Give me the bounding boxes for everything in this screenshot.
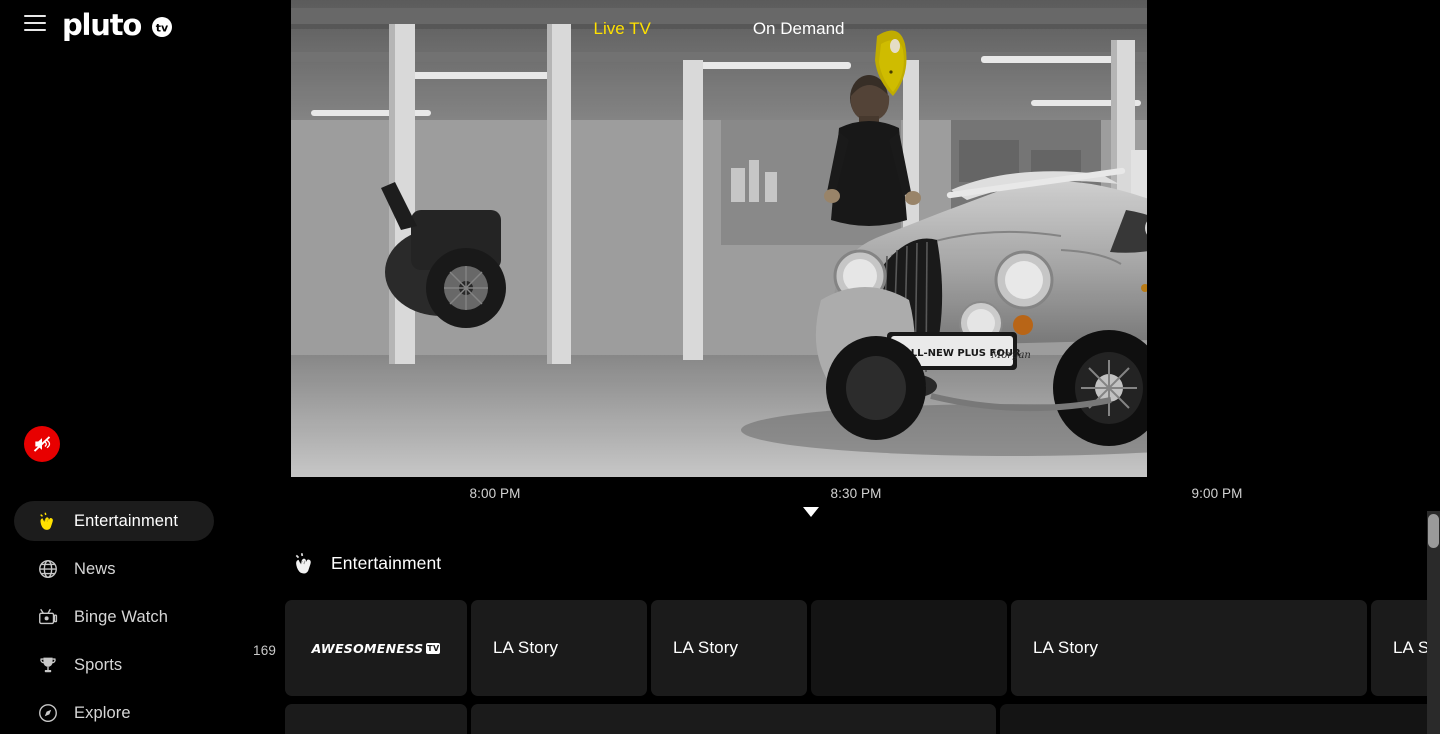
program-title: LA Story (1033, 638, 1099, 657)
program-cell[interactable] (1000, 704, 1440, 734)
channel-logo-cell[interactable]: AWESOMENESS TV (285, 600, 467, 696)
program-cell[interactable] (811, 600, 1007, 696)
clapping-hands-icon (36, 509, 60, 533)
hamburger-line (24, 22, 46, 24)
sidebar-item-label: News (74, 559, 116, 578)
clapping-hands-icon (291, 549, 319, 577)
sidebar-item-explore[interactable]: Explore (14, 693, 214, 733)
sidebar-nav: Entertainment News Binge Watch Sports Ex… (0, 501, 285, 734)
program-guide: AWESOMENESS TV LA Story LA Story LA Stor… (285, 600, 1440, 734)
guide-row (285, 704, 1440, 734)
sidebar-item-binge-watch[interactable]: Binge Watch (14, 597, 214, 637)
svg-text:tv: tv (156, 21, 169, 34)
vertical-scrollbar[interactable] (1427, 511, 1440, 734)
channel-logo-badge: TV (426, 642, 441, 654)
tab-live-tv[interactable]: Live TV (584, 15, 661, 43)
time-label: 8:00 PM (469, 486, 521, 501)
time-label: 9:00 PM (1191, 486, 1243, 501)
hamburger-line (24, 15, 46, 17)
pluto-tv-app: ALL-NEW PLUS FOUR Morgan Live TV On Dema… (0, 0, 1440, 734)
awesomeness-tv-logo: AWESOMENESS TV (312, 641, 441, 656)
sidebar-item-label: Entertainment (74, 511, 179, 530)
mute-button[interactable] (24, 426, 60, 462)
category-title: Entertainment (331, 552, 442, 573)
tab-on-demand[interactable]: On Demand (743, 15, 855, 43)
program-cell[interactable]: LA Story (471, 600, 647, 696)
hamburger-line (24, 29, 46, 31)
compass-icon (36, 701, 60, 725)
globe-icon (36, 557, 60, 581)
sidebar-item-label: Binge Watch (74, 607, 169, 626)
speaker-muted-icon (33, 436, 51, 452)
video-player[interactable]: ALL-NEW PLUS FOUR Morgan (291, 0, 1147, 477)
channel-logo-cell[interactable] (285, 704, 467, 734)
program-cell[interactable]: LA Story (1011, 600, 1367, 696)
trophy-icon (36, 653, 60, 677)
logo-circle-mark: tv (143, 14, 175, 38)
sidebar-item-news[interactable]: News (14, 549, 214, 589)
sidebar-item-label: Sports (74, 655, 123, 674)
current-time-triangle-icon (803, 507, 819, 517)
top-navigation: Live TV On Demand (291, 0, 1147, 58)
program-title: LA Story (673, 638, 739, 657)
sidebar-item-sports[interactable]: Sports (14, 645, 214, 685)
time-label: 8:30 PM (830, 486, 882, 501)
category-header: Entertainment (291, 549, 441, 577)
sidebar: pluto tv Entertainment News Binge Watch … (0, 0, 285, 734)
program-title: LA Story (493, 638, 559, 657)
guide-timeline: 8:00 PM 8:30 PM 9:00 PM (285, 486, 1440, 520)
logo-wordmark: pluto (62, 8, 142, 42)
sidebar-item-entertainment[interactable]: Entertainment (14, 501, 214, 541)
program-cell[interactable] (471, 704, 996, 734)
hamburger-menu-icon[interactable] (24, 15, 46, 31)
sidebar-item-label: Explore (74, 703, 131, 722)
scrollbar-thumb[interactable] (1428, 514, 1439, 548)
television-icon (36, 605, 60, 629)
channel-logo-text: AWESOMENESS (311, 640, 424, 656)
program-cell[interactable]: LA Story (651, 600, 807, 696)
channel-number: 169 (253, 643, 277, 658)
pluto-tv-logo[interactable]: pluto tv (62, 11, 175, 40)
guide-row: AWESOMENESS TV LA Story LA Story LA Stor… (285, 600, 1440, 696)
